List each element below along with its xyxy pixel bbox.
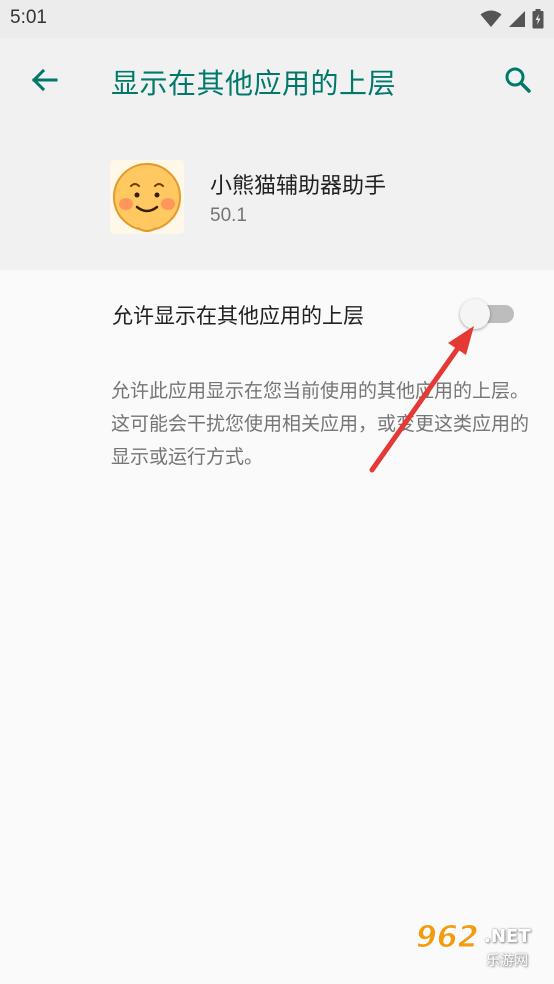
watermark-domain: .NET — [484, 926, 531, 947]
app-header: 显示在其他应用的上层 小熊猫辅助器助手 50.1 — [0, 38, 554, 270]
overlay-permission-label[interactable]: 允许显示在其他应用的上层 — [112, 300, 364, 330]
watermark-subtitle: 乐游网 — [486, 953, 528, 969]
wifi-icon — [480, 10, 502, 27]
app-icon — [110, 160, 184, 234]
status-icons — [480, 8, 544, 30]
status-time: 5:01 — [10, 7, 47, 28]
overlay-permission-toggle[interactable] — [460, 297, 516, 329]
app-emoji-icon — [113, 163, 181, 232]
signal-icon — [509, 11, 525, 27]
status-bar: 5:01 — [0, 0, 554, 38]
permission-description: 允许此应用显示在您当前使用的其他应用的上层。这可能会干扰您使用相关应用，或变更这… — [111, 380, 530, 468]
toggle-thumb — [460, 299, 490, 329]
search-button[interactable] — [500, 62, 536, 98]
back-button[interactable] — [26, 62, 62, 98]
battery-icon — [532, 9, 544, 29]
app-name: 小熊猫辅助器助手 — [210, 174, 387, 199]
watermark-logo: 962 .NET 乐游网 — [416, 916, 546, 976]
page-title: 显示在其他应用的上层 — [111, 67, 397, 100]
watermark-number: 962 — [416, 920, 480, 956]
app-version: 50.1 — [210, 205, 247, 226]
search-icon — [505, 67, 531, 93]
back-arrow-icon — [31, 68, 58, 92]
